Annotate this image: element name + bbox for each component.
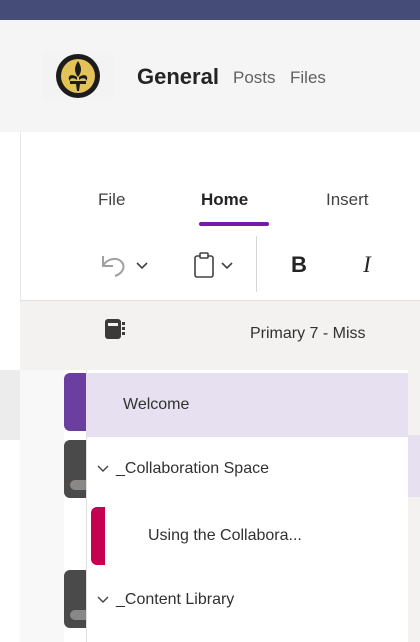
page-group-collaboration-space[interactable]: _Collaboration Space — [86, 437, 408, 501]
toolbar-divider — [256, 236, 257, 292]
undo-icon — [102, 256, 125, 277]
page-group-content-library[interactable]: _Content Library — [86, 568, 408, 632]
bold-button[interactable]: B — [284, 249, 314, 281]
page-label: _Collaboration Space — [116, 460, 269, 477]
notebook-icon[interactable] — [104, 318, 126, 345]
clipboard-icon — [194, 252, 214, 278]
fleur-de-lis-crest-icon — [56, 54, 100, 98]
app-title-bar — [0, 0, 420, 20]
tab-posts[interactable]: Posts — [233, 68, 276, 88]
page-label: Welcome — [123, 396, 190, 413]
section-tabs-rail — [20, 370, 64, 642]
ribbon — [20, 132, 420, 310]
ribbon-tab-home[interactable]: Home — [201, 190, 248, 210]
chevron-down-icon — [136, 262, 148, 270]
paste-button[interactable] — [180, 250, 244, 280]
section-tab-purple[interactable] — [64, 373, 88, 431]
ribbon-tab-file[interactable]: File — [98, 190, 125, 210]
page-item-welcome[interactable]: Welcome — [86, 373, 408, 437]
page-label: _Content Library — [116, 591, 235, 608]
teams-onenote-window: General Posts Files File Home Insert B I — [0, 0, 420, 642]
italic-button[interactable]: I — [352, 249, 382, 281]
chevron-down-icon — [221, 262, 233, 270]
tab-files[interactable]: Files — [290, 68, 326, 88]
chevron-down-icon[interactable] — [96, 593, 110, 607]
canvas-edge — [408, 370, 420, 642]
notebook-title[interactable]: Primary 7 - Miss — [250, 325, 366, 343]
page-item-using-the-collaboration[interactable]: Using the Collabora... — [86, 504, 408, 568]
left-gap — [0, 370, 20, 440]
chevron-down-icon[interactable] — [96, 462, 110, 476]
active-tab-indicator — [199, 222, 269, 226]
ribbon-tab-insert[interactable]: Insert — [326, 190, 369, 210]
canvas-edge-selected — [408, 435, 420, 497]
channel-title: General — [137, 64, 219, 89]
team-avatar[interactable] — [42, 52, 114, 100]
page-label: Using the Collabora... — [148, 527, 302, 544]
undo-button[interactable] — [92, 250, 156, 280]
